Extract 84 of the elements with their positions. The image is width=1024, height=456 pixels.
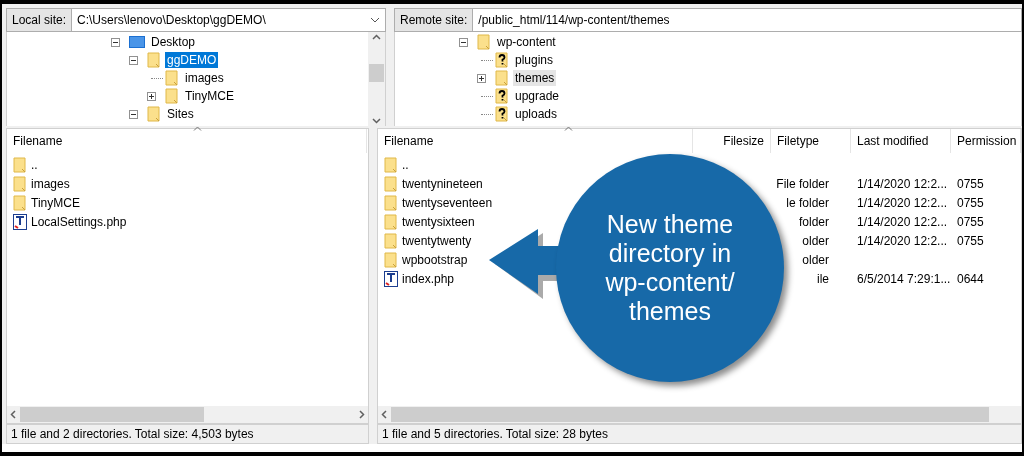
status-text: 1 file and 2 directories. Total size: 4,503 bytes xyxy=(11,426,254,443)
column-header[interactable]: Filesize xyxy=(693,129,771,153)
file-name[interactable]: twentytwenty xyxy=(402,231,472,250)
folder-icon xyxy=(13,175,27,192)
collapse-toggle-icon[interactable] xyxy=(459,37,468,47)
column-header[interactable]: Filetype xyxy=(771,129,851,153)
folder-icon xyxy=(13,156,27,173)
table-cell-text: folder xyxy=(798,213,829,231)
unknown-folder-icon xyxy=(495,88,509,104)
file-name[interactable]: twentyseventeen xyxy=(402,193,493,212)
table-cell-text: 0755 xyxy=(957,213,984,231)
horizontal-scrollbar[interactable] xyxy=(378,406,1021,423)
folder-icon xyxy=(384,156,398,173)
tree-item[interactable]: uploads xyxy=(513,106,560,122)
scroll-left-icon[interactable] xyxy=(381,410,387,419)
column-header[interactable]: Permission xyxy=(951,129,1021,153)
scroll-up-icon[interactable] xyxy=(372,34,381,40)
file-name[interactable]: twentynineteen xyxy=(402,174,483,193)
tree-item[interactable]: plugins xyxy=(513,52,556,68)
unknown-folder-icon xyxy=(495,106,509,122)
file-name[interactable]: .. xyxy=(402,155,409,174)
folder-icon xyxy=(165,70,179,86)
file-name[interactable]: images xyxy=(31,174,70,193)
tree-item[interactable]: wp-content xyxy=(495,34,558,50)
collapse-toggle-icon[interactable] xyxy=(129,109,138,119)
tree-item[interactable]: themes xyxy=(513,70,557,86)
expand-toggle-icon[interactable] xyxy=(477,73,486,83)
collapse-toggle-icon[interactable] xyxy=(111,37,120,47)
table-cell-text: 1/14/2020 12:2... xyxy=(857,194,948,212)
sort-icon xyxy=(564,126,573,131)
scroll-right-icon[interactable] xyxy=(359,410,365,419)
folder-icon xyxy=(165,88,179,104)
folder-icon xyxy=(13,194,27,211)
table-cell-text: 0755 xyxy=(957,232,984,250)
scroll-thumb[interactable] xyxy=(369,64,384,82)
tree-item[interactable]: Sites xyxy=(165,106,196,122)
file-name[interactable]: TinyMCE xyxy=(31,193,80,212)
expand-toggle-icon[interactable] xyxy=(147,91,156,101)
folder-icon xyxy=(384,232,398,249)
table-cell-text: 0644 xyxy=(957,270,984,288)
file-name[interactable]: LocalSettings.php xyxy=(31,212,127,231)
folder-icon xyxy=(384,175,398,192)
table-cell-text: 1/14/2020 12:2... xyxy=(857,232,948,250)
unknown-folder-icon xyxy=(495,52,509,68)
column-header[interactable]: Filename xyxy=(7,129,367,153)
table-cell-text: 1/14/2020 12:2... xyxy=(857,175,948,193)
table-cell-text: File folder xyxy=(776,175,829,193)
tree-item[interactable]: ggDEMO xyxy=(165,52,219,68)
table-cell-text: le folder xyxy=(786,194,829,212)
file-name[interactable]: twentysixteen xyxy=(402,212,475,231)
folder-icon xyxy=(477,34,491,50)
folder-icon xyxy=(147,106,161,122)
folder-icon xyxy=(384,251,398,268)
script-file-icon xyxy=(384,270,398,287)
sort-icon xyxy=(193,126,202,131)
folder-icon xyxy=(384,194,398,211)
folder-icon xyxy=(495,70,509,86)
column-header[interactable]: Last modified xyxy=(851,129,951,153)
desktop-icon xyxy=(129,35,145,49)
vertical-scrollbar[interactable] xyxy=(368,32,385,126)
table-cell-text: older xyxy=(802,232,829,250)
collapse-toggle-icon[interactable] xyxy=(129,55,138,65)
horizontal-scrollbar[interactable] xyxy=(7,406,368,423)
file-name[interactable]: wpbootstrap xyxy=(402,250,468,269)
file-name[interactable]: .. xyxy=(31,155,38,174)
tree-item[interactable]: TinyMCE xyxy=(183,88,236,104)
tree-item[interactable]: Desktop xyxy=(149,34,198,50)
table-cell-text: 0755 xyxy=(957,175,984,193)
tree-item[interactable]: upgrade xyxy=(513,88,562,104)
table-cell-text: ile xyxy=(817,270,829,288)
callout-text: New theme directory in wp-content/ themes xyxy=(604,210,736,326)
folder-icon xyxy=(147,52,161,68)
table-cell-text: 6/5/2014 7:29:1... xyxy=(857,270,951,288)
status-text: 1 file and 5 directories. Total size: 28 bytes xyxy=(382,426,608,443)
table-cell-text: 1/14/2020 12:2... xyxy=(857,213,948,231)
table-cell-text: 0755 xyxy=(957,194,984,212)
file-name[interactable]: index.php xyxy=(402,269,455,288)
table-cell-text: older xyxy=(802,251,829,269)
column-header[interactable]: Filename xyxy=(378,129,693,153)
scroll-down-icon[interactable] xyxy=(372,118,381,124)
scroll-left-icon[interactable] xyxy=(10,410,16,419)
tree-item[interactable]: images xyxy=(183,70,226,86)
folder-icon xyxy=(384,213,398,230)
script-file-icon xyxy=(13,213,27,230)
